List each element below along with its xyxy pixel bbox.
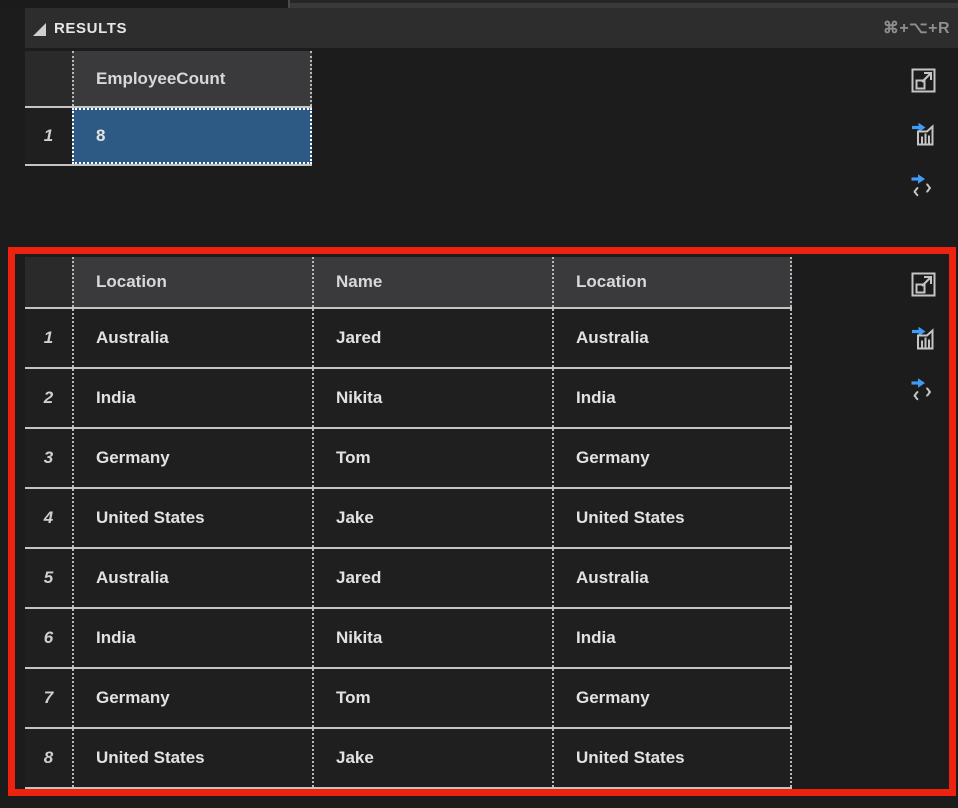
- grid-cell[interactable]: United States: [552, 489, 792, 547]
- row-number[interactable]: 2: [25, 369, 72, 427]
- grid-cell[interactable]: Nikita: [312, 609, 552, 667]
- maximize-icon: [910, 66, 938, 94]
- row-number[interactable]: 8: [25, 729, 72, 787]
- column-header[interactable]: Name: [312, 257, 552, 307]
- grid-cell[interactable]: Germany: [552, 429, 792, 487]
- save-json-button[interactable]: [910, 172, 938, 200]
- row-number[interactable]: 3: [25, 429, 72, 487]
- row-number[interactable]: 4: [25, 489, 72, 547]
- grid-cell[interactable]: United States: [72, 729, 312, 787]
- row-number[interactable]: 1: [25, 108, 72, 164]
- grid-cell[interactable]: India: [72, 609, 312, 667]
- save-excel-icon: [910, 323, 938, 351]
- save-json-icon: [910, 172, 938, 200]
- save-json-button[interactable]: [910, 376, 938, 404]
- editor-bottom-edge-left: [0, 0, 288, 8]
- results-section-header[interactable]: RESULTS ⌘+⌥+R: [25, 8, 958, 48]
- table-row: 4 United States Jake United States: [25, 489, 792, 549]
- grid-cell[interactable]: United States: [552, 729, 792, 787]
- grid-cell[interactable]: Germany: [72, 669, 312, 727]
- save-excel-icon: [910, 119, 938, 147]
- selected-cell[interactable]: 8: [72, 108, 312, 164]
- grid-corner-cell[interactable]: [25, 51, 72, 106]
- save-json-icon: [910, 376, 938, 404]
- column-header[interactable]: Location: [72, 257, 312, 307]
- results-grid-count: EmployeeCount 1 8: [25, 51, 312, 166]
- results-panel: RESULTS ⌘+⌥+R EmployeeCount 1 8: [0, 0, 958, 808]
- table-row: 6 India Nikita India: [25, 609, 792, 669]
- save-excel-button[interactable]: [910, 323, 938, 351]
- grid-cell[interactable]: Australia: [72, 309, 312, 367]
- table-row: 3 Germany Tom Germany: [25, 429, 792, 489]
- grid-header-row: Location Name Location: [25, 257, 792, 309]
- maximize-grid-button[interactable]: [910, 66, 938, 94]
- grid-cell[interactable]: India: [72, 369, 312, 427]
- grid-cell[interactable]: India: [552, 369, 792, 427]
- table-row: 8 United States Jake United States: [25, 729, 792, 789]
- table-row: 5 Australia Jared Australia: [25, 549, 792, 609]
- grid-cell[interactable]: Australia: [72, 549, 312, 607]
- grid2-toolbar: [910, 270, 938, 404]
- table-row: 1 8: [25, 108, 312, 166]
- collapse-twistie-icon[interactable]: [33, 23, 46, 36]
- editor-bottom-edge: [0, 0, 958, 8]
- row-number[interactable]: 5: [25, 549, 72, 607]
- grid1-toolbar: [910, 66, 938, 200]
- maximize-icon: [910, 270, 938, 298]
- results-grid-employees: Location Name Location 1 Australia Jared…: [25, 257, 792, 789]
- grid-cell[interactable]: Jared: [312, 549, 552, 607]
- row-number[interactable]: 1: [25, 309, 72, 367]
- grid-cell[interactable]: United States: [72, 489, 312, 547]
- grid-corner-cell[interactable]: [25, 257, 72, 307]
- column-header[interactable]: Location: [552, 257, 792, 307]
- column-header[interactable]: EmployeeCount: [72, 51, 312, 106]
- row-number[interactable]: 7: [25, 669, 72, 727]
- grid-cell[interactable]: Jake: [312, 489, 552, 547]
- editor-bottom-edge-right: [288, 0, 958, 8]
- grid-cell[interactable]: Germany: [72, 429, 312, 487]
- grid-cell[interactable]: Germany: [552, 669, 792, 727]
- panel-title: RESULTS: [54, 20, 127, 37]
- grid-cell[interactable]: Tom: [312, 669, 552, 727]
- save-excel-button[interactable]: [910, 119, 938, 147]
- grid-cell[interactable]: Jared: [312, 309, 552, 367]
- table-row: 2 India Nikita India: [25, 369, 792, 429]
- row-number[interactable]: 6: [25, 609, 72, 667]
- grid-cell[interactable]: Nikita: [312, 369, 552, 427]
- grid-cell[interactable]: Australia: [552, 309, 792, 367]
- grid-cell[interactable]: Australia: [552, 549, 792, 607]
- grid-cell[interactable]: India: [552, 609, 792, 667]
- maximize-grid-button[interactable]: [910, 270, 938, 298]
- grid-cell[interactable]: Jake: [312, 729, 552, 787]
- panel-shortcut: ⌘+⌥+R: [883, 18, 950, 38]
- grid-cell[interactable]: Tom: [312, 429, 552, 487]
- table-row: 1 Australia Jared Australia: [25, 309, 792, 369]
- grid-header-row: EmployeeCount: [25, 51, 312, 108]
- table-row: 7 Germany Tom Germany: [25, 669, 792, 729]
